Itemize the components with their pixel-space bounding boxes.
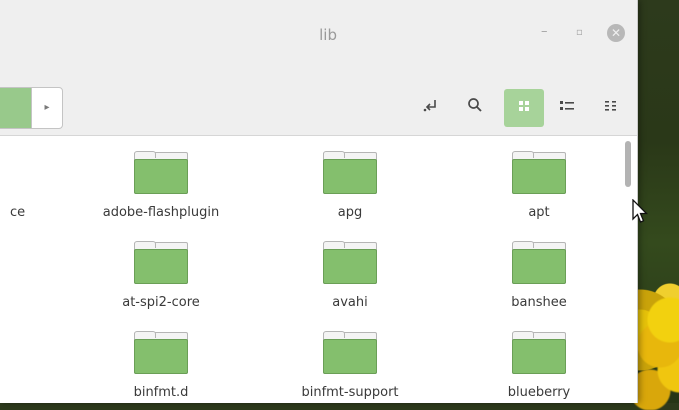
compact-view-button[interactable] [591,89,631,127]
search-icon [468,98,482,112]
folder-icon [512,241,566,284]
folder-icon [323,151,377,194]
folder-label: apt [528,205,550,220]
folder-icon [134,331,188,374]
path-forward-button[interactable]: ▸ [31,87,63,129]
window-header: lib – ▫ ✕ ▸ [0,0,637,136]
folder-item[interactable]: banshee [459,241,619,310]
file-item-label-partial[interactable]: ce [10,205,25,220]
folder-item[interactable]: binfmt.d [81,331,241,400]
icon-view-icon [519,101,529,111]
file-manager-window: lib – ▫ ✕ ▸ ce adobe-flashplugin apg apt… [0,0,638,403]
folder-item[interactable]: blueberry [459,331,619,400]
folder-item[interactable]: apt [459,151,619,220]
maximize-button[interactable]: ▫ [576,27,583,38]
close-button[interactable]: ✕ [607,24,625,42]
folder-item[interactable]: adobe-flashplugin [81,151,241,220]
minimize-button[interactable]: – [541,24,548,39]
path-bar-segment[interactable] [0,87,32,129]
folder-icon [512,331,566,374]
folder-item[interactable]: binfmt-support [270,331,430,400]
compact-view-icon [605,101,616,111]
folder-label: banshee [511,295,567,310]
folder-label: at-spi2-core [122,295,200,310]
folder-icon [134,151,188,194]
folder-label: apg [337,205,363,220]
folder-label: adobe-flashplugin [102,205,220,220]
icon-view-button[interactable] [504,89,544,127]
folder-item[interactable]: avahi [270,241,430,310]
folder-icon [323,241,377,284]
folder-label: binfmt-support [301,385,399,400]
folder-item[interactable]: at-spi2-core [81,241,241,310]
folder-label: avahi [332,295,368,310]
search-button[interactable] [455,89,495,127]
folder-icon [323,331,377,374]
folder-label: blueberry [507,385,571,400]
folder-icon [512,151,566,194]
mouse-pointer-icon [632,199,648,223]
jump-to-button[interactable] [411,89,451,127]
folder-icon [134,241,188,284]
jump-to-icon [423,100,436,112]
vertical-scrollbar[interactable] [625,141,631,187]
list-view-icon [560,101,574,110]
folder-label: binfmt.d [133,385,189,400]
window-title: lib [319,26,337,44]
folder-item[interactable]: apg [270,151,430,220]
list-view-button[interactable] [547,89,587,127]
